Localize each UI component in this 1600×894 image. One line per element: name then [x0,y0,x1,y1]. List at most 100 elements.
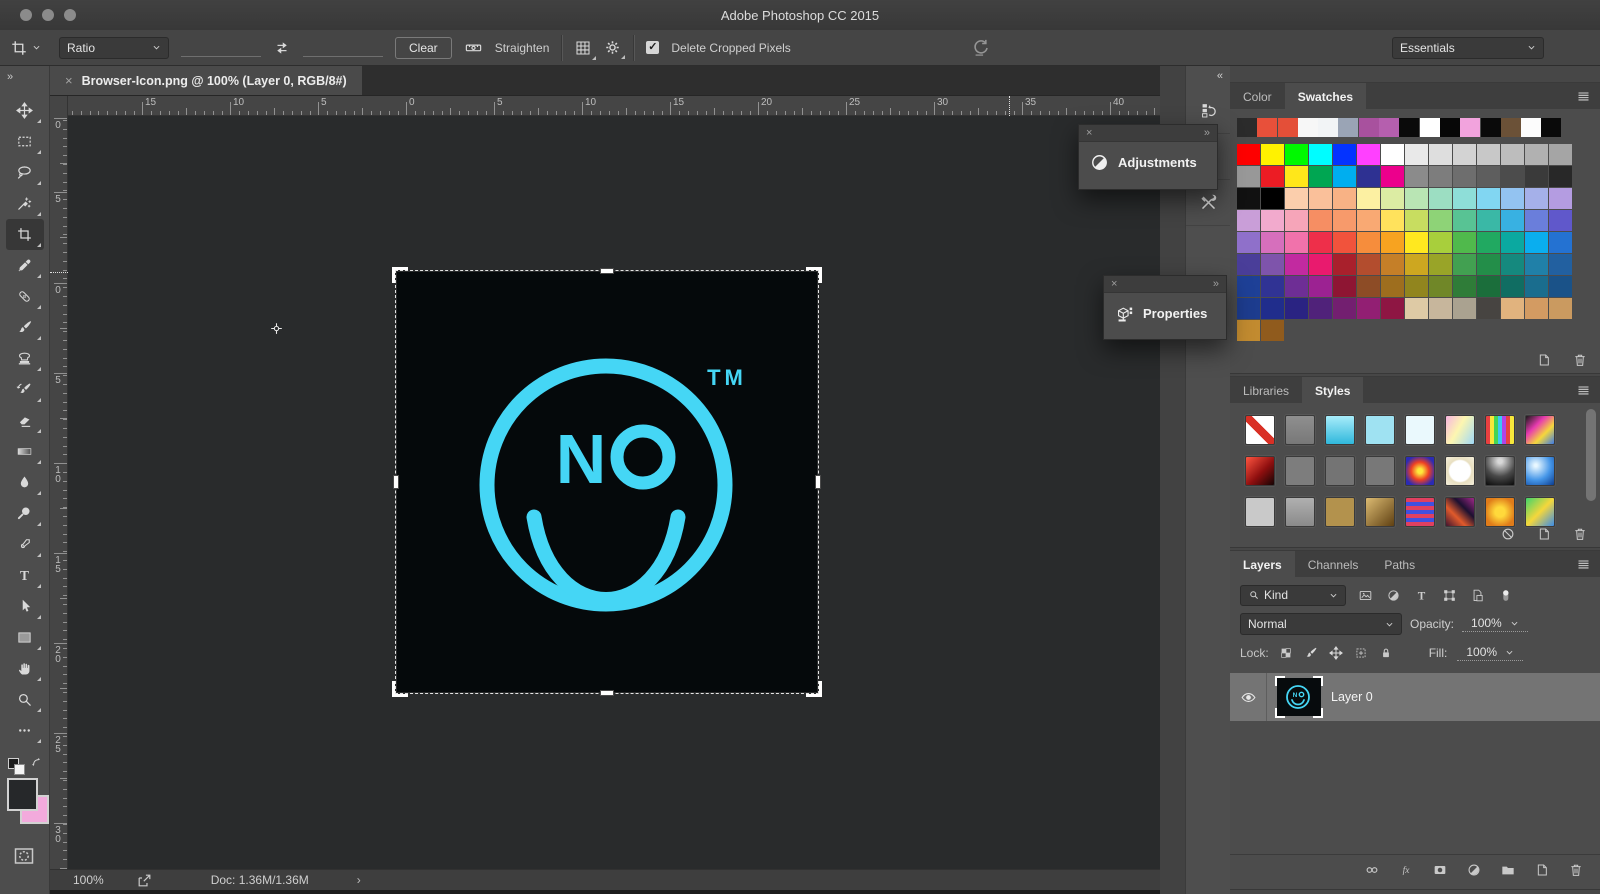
color-swatch[interactable] [1477,276,1500,297]
color-swatch[interactable] [1237,144,1260,165]
color-swatch[interactable] [1549,210,1572,231]
color-swatch[interactable] [1549,144,1572,165]
tab-paths[interactable]: Paths [1371,551,1428,577]
color-swatch[interactable] [1525,254,1548,275]
color-swatch[interactable] [1261,210,1284,231]
smart-object-filter-icon[interactable] [1470,588,1485,603]
style-swatch[interactable] [1285,415,1315,445]
recent-swatch[interactable] [1501,118,1521,137]
color-swatch[interactable] [1429,166,1452,187]
minimize-window-button[interactable] [42,9,54,21]
folder-icon[interactable] [1500,862,1516,878]
color-swatch[interactable] [1237,254,1260,275]
close-panel-icon[interactable]: × [1086,127,1092,139]
style-swatch[interactable] [1445,456,1475,486]
recent-swatch[interactable] [1298,118,1318,137]
zoom-tool[interactable] [6,684,44,715]
dock-collapse-button[interactable]: « [1186,66,1230,88]
color-swatch[interactable] [1357,298,1380,319]
swap-dimensions-icon[interactable] [273,39,291,57]
crop-handle-left[interactable] [393,475,399,489]
delete-cropped-pixels-checkbox[interactable]: ✓ [646,41,659,54]
artboard-icon[interactable] [1354,646,1368,660]
style-swatch[interactable] [1445,415,1475,445]
color-swatch[interactable] [1237,188,1260,209]
color-swatch[interactable] [1453,188,1476,209]
style-swatch[interactable] [1365,456,1395,486]
recent-swatch[interactable] [1521,118,1541,137]
fx-icon[interactable]: fx [1398,862,1414,878]
ruler-origin-box[interactable] [50,96,68,116]
properties-panel-label[interactable]: Properties [1143,306,1207,321]
zoom-level-field[interactable]: 100% [73,873,104,887]
style-swatch[interactable] [1325,497,1355,527]
canvas-area[interactable]: N TM [68,116,1160,869]
color-swatch[interactable] [1285,232,1308,253]
color-swatch[interactable] [1333,254,1356,275]
workspace-select[interactable]: Essentials [1392,37,1544,59]
rectangle-tool[interactable] [6,622,44,653]
default-colors-control[interactable] [6,758,44,776]
style-swatch[interactable] [1405,497,1435,527]
close-tab-icon[interactable]: × [65,73,73,88]
link-icon[interactable] [1364,862,1380,878]
recent-swatch[interactable] [1460,118,1480,137]
color-swatch[interactable] [1309,298,1332,319]
color-swatch[interactable] [1453,276,1476,297]
pixel-filter-icon[interactable] [1358,588,1373,603]
color-swatch[interactable] [1501,166,1524,187]
color-swatch[interactable] [1525,188,1548,209]
color-swatch[interactable] [1525,166,1548,187]
color-swatch[interactable] [1237,166,1260,187]
crop-height-input[interactable] [303,38,383,57]
toggle-pill-icon[interactable] [1498,588,1513,603]
color-swatch[interactable] [1261,188,1284,209]
color-swatch[interactable] [1477,232,1500,253]
color-swatch[interactable] [1261,276,1284,297]
no-symbol-icon[interactable] [1500,526,1516,542]
trash-icon[interactable] [1572,352,1588,368]
brush-tool[interactable] [1304,646,1318,660]
color-swatch[interactable] [1405,166,1428,187]
layer-filter-kind-select[interactable]: Kind [1240,585,1346,606]
color-swatch[interactable] [1237,210,1260,231]
color-swatch[interactable] [1501,188,1524,209]
crop-tool[interactable] [6,219,44,250]
color-swatch[interactable] [1525,298,1548,319]
color-swatch[interactable] [1525,144,1548,165]
color-swatch[interactable] [1381,276,1404,297]
color-swatch[interactable] [1309,144,1332,165]
shape-filter-icon[interactable] [1442,588,1457,603]
clear-button[interactable]: Clear [395,37,452,59]
color-swatch[interactable] [1333,144,1356,165]
color-swatch[interactable] [1309,254,1332,275]
hand-tool[interactable] [6,653,44,684]
color-swatch[interactable] [1405,298,1428,319]
crop-overlay-options-button[interactable] [574,39,592,57]
type-tool[interactable]: T [6,560,44,591]
status-options-chevron[interactable]: › [357,873,361,887]
tab-styles[interactable]: Styles [1302,377,1363,403]
adjustment-icon[interactable] [1466,862,1482,878]
opacity-field[interactable]: 100% [1462,616,1528,632]
style-swatch[interactable] [1405,415,1435,445]
color-swatch[interactable] [1285,298,1308,319]
color-swatch[interactable] [1453,298,1476,319]
tab-libraries[interactable]: Libraries [1230,377,1302,403]
recent-swatch[interactable] [1359,118,1379,137]
style-swatch[interactable] [1485,497,1515,527]
color-swatch[interactable] [1285,188,1308,209]
color-swatch[interactable] [1453,254,1476,275]
type-filter-icon[interactable]: T [1414,588,1429,603]
color-swatch[interactable] [1261,166,1284,187]
color-swatch[interactable] [1453,144,1476,165]
close-window-button[interactable] [20,9,32,21]
color-swatch[interactable] [1261,298,1284,319]
checker-icon[interactable] [1279,646,1293,660]
color-swatch[interactable] [1405,188,1428,209]
expand-panel-icon[interactable]: » [1204,127,1210,139]
adjustments-floating-panel[interactable]: × » Adjustments [1078,124,1218,190]
layer-visibility-eye-icon[interactable] [1240,689,1257,706]
color-swatch[interactable] [1405,144,1428,165]
color-swatch[interactable] [1357,210,1380,231]
